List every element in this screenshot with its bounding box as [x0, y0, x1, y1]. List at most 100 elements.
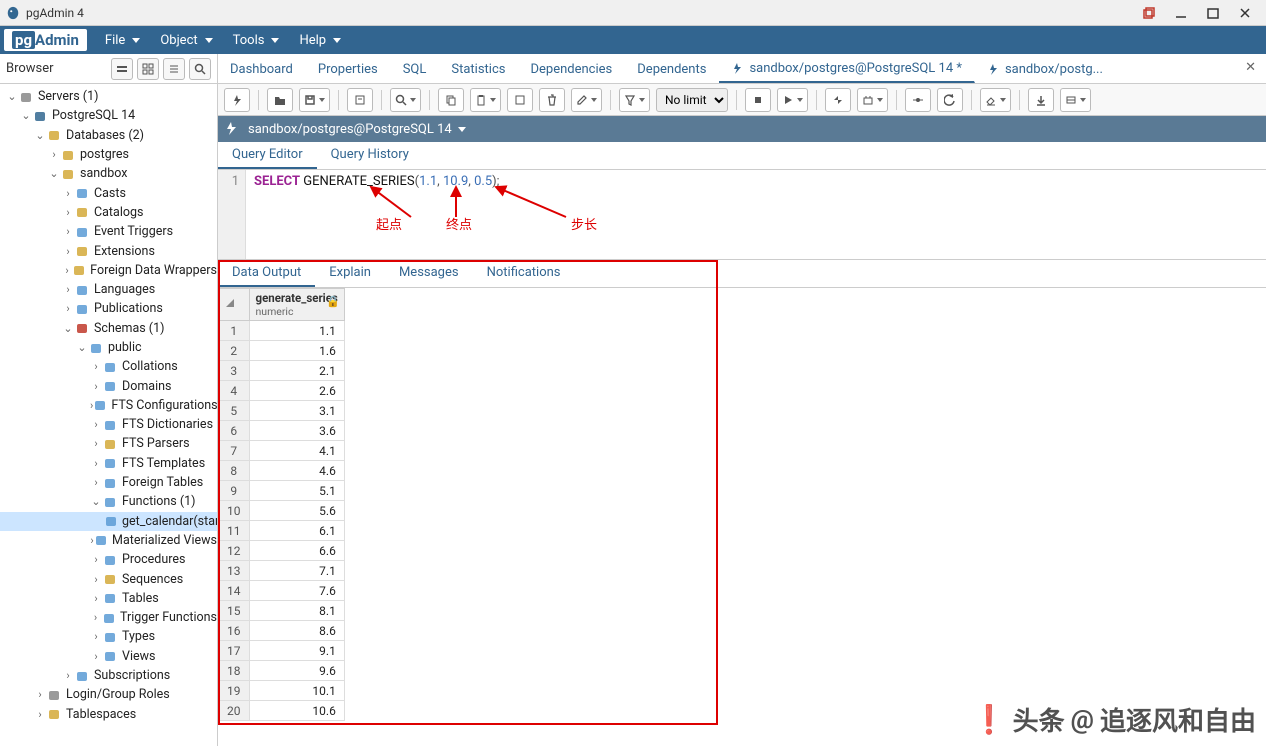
chevron-right-icon[interactable]: ›	[62, 264, 72, 277]
cell-value[interactable]: 6.1	[249, 521, 344, 541]
chevron-down-icon[interactable]: ⌄	[76, 341, 88, 354]
macros-icon[interactable]	[1060, 88, 1091, 112]
chevron-right-icon[interactable]: ›	[90, 553, 102, 566]
cell-value[interactable]: 2.1	[249, 361, 344, 381]
tree-item[interactable]: ⌄Servers (1)	[0, 87, 217, 106]
table-row[interactable]: 32.1	[219, 361, 345, 381]
chevron-right-icon[interactable]: ›	[34, 688, 46, 701]
cell-value[interactable]: 4.6	[249, 461, 344, 481]
cell-value[interactable]: 5.1	[249, 481, 344, 501]
table-row[interactable]: 53.1	[219, 401, 345, 421]
cell-value[interactable]: 10.6	[249, 701, 344, 721]
table-row[interactable]: 179.1	[219, 641, 345, 661]
chevron-right-icon[interactable]: ›	[90, 630, 102, 643]
tree-item[interactable]: ›FTS Dictionaries	[0, 415, 217, 434]
chevron-down-icon[interactable]: ⌄	[48, 167, 60, 180]
menu-help[interactable]: Help	[289, 29, 351, 52]
row-number[interactable]: 12	[219, 541, 250, 561]
tree-item[interactable]: ›FTS Configurations	[0, 396, 217, 415]
cell-value[interactable]: 7.6	[249, 581, 344, 601]
row-number[interactable]: 1	[219, 321, 250, 341]
tab-query-editor[interactable]: Query Editor	[218, 142, 317, 169]
cell-value[interactable]: 9.6	[249, 661, 344, 681]
cell-value[interactable]: 8.6	[249, 621, 344, 641]
table-row[interactable]: 126.6	[219, 541, 345, 561]
table-row[interactable]: 158.1	[219, 601, 345, 621]
save-icon[interactable]	[299, 88, 330, 112]
content-tab[interactable]: Dashboard	[218, 54, 306, 83]
edit-sql-icon[interactable]	[347, 88, 373, 112]
tree-item[interactable]: ›Materialized Views	[0, 531, 217, 550]
chevron-down-icon[interactable]: ⌄	[90, 495, 102, 508]
chevron-down-icon[interactable]: ⌄	[34, 129, 46, 142]
tree-item[interactable]: ›Tablespaces	[0, 705, 217, 724]
menu-tools[interactable]: Tools	[223, 29, 290, 52]
chevron-right-icon[interactable]: ›	[90, 573, 102, 586]
clear-icon[interactable]	[980, 88, 1011, 112]
row-number[interactable]: 13	[219, 561, 250, 581]
cell-value[interactable]: 3.6	[249, 421, 344, 441]
content-tab[interactable]: Statistics	[439, 54, 518, 83]
sql-editor[interactable]: 1 SELECT GENERATE_SERIES(1.1, 10.9, 0.5)…	[218, 170, 1266, 260]
table-row[interactable]: 63.6	[219, 421, 345, 441]
row-number[interactable]: 19	[219, 681, 250, 701]
search-icon[interactable]	[390, 88, 421, 112]
table-row[interactable]: 189.6	[219, 661, 345, 681]
stop-icon[interactable]	[745, 88, 771, 112]
chevron-right-icon[interactable]: ›	[34, 708, 46, 721]
tree-item[interactable]: ›FTS Templates	[0, 454, 217, 473]
connection-path[interactable]: sandbox/postgres@PostgreSQL 14	[248, 122, 466, 137]
row-number[interactable]: 9	[219, 481, 250, 501]
editor-code[interactable]: SELECT GENERATE_SERIES(1.1, 10.9, 0.5); …	[246, 170, 1266, 259]
chevron-right-icon[interactable]: ›	[90, 457, 102, 470]
row-limit-select[interactable]: No limit	[656, 88, 728, 112]
browser-layers-icon[interactable]	[111, 58, 133, 80]
table-row[interactable]: 1910.1	[219, 681, 345, 701]
cell-value[interactable]: 3.1	[249, 401, 344, 421]
object-tree[interactable]: ⌄Servers (1)⌄PostgreSQL 14⌄Databases (2)…	[0, 84, 217, 746]
column-header[interactable]: generate_series numeric 🔒	[249, 289, 344, 321]
tree-item[interactable]: ›Domains	[0, 376, 217, 395]
row-number[interactable]: 2	[219, 341, 250, 361]
tree-item[interactable]: ›Login/Group Roles	[0, 685, 217, 704]
browser-search-icon[interactable]	[189, 58, 211, 80]
row-number[interactable]: 20	[219, 701, 250, 721]
chevron-right-icon[interactable]: ›	[90, 476, 102, 489]
tree-item[interactable]: ›Collations	[0, 357, 217, 376]
content-tab[interactable]: Properties	[306, 54, 391, 83]
cell-value[interactable]: 1.1	[249, 321, 344, 341]
execute-icon[interactable]	[777, 88, 808, 112]
row-number[interactable]: 17	[219, 641, 250, 661]
copy-icon[interactable]	[438, 88, 464, 112]
chevron-right-icon[interactable]: ›	[62, 302, 74, 315]
tree-item[interactable]: ⌄public	[0, 338, 217, 357]
maximize-icon[interactable]	[1206, 6, 1220, 20]
content-tab[interactable]: sandbox/postg...	[975, 54, 1116, 83]
chevron-right-icon[interactable]: ›	[62, 206, 74, 219]
tree-item[interactable]: ⌄PostgreSQL 14	[0, 106, 217, 125]
tree-item[interactable]: ›Casts	[0, 183, 217, 202]
table-row[interactable]: 95.1	[219, 481, 345, 501]
chevron-down-icon[interactable]: ⌄	[6, 90, 18, 103]
tree-item[interactable]: ›Publications	[0, 299, 217, 318]
chevron-right-icon[interactable]: ›	[90, 592, 102, 605]
chevron-right-icon[interactable]: ›	[90, 418, 102, 431]
tree-item[interactable]: ⌄Functions (1)	[0, 492, 217, 511]
tab-messages[interactable]: Messages	[385, 260, 473, 287]
paste-icon[interactable]	[470, 88, 501, 112]
chevron-right-icon[interactable]: ›	[62, 669, 74, 682]
content-tab[interactable]: sandbox/postgres@PostgreSQL 14 *	[719, 54, 975, 83]
bolt-white-icon[interactable]	[224, 121, 240, 137]
chevron-right-icon[interactable]: ›	[90, 437, 102, 450]
tree-item[interactable]: get_calendar(start_	[0, 512, 217, 531]
download-icon[interactable]	[1028, 88, 1054, 112]
tree-item[interactable]: ›Tables	[0, 589, 217, 608]
cell-value[interactable]: 8.1	[249, 601, 344, 621]
cell-value[interactable]: 5.6	[249, 501, 344, 521]
table-row[interactable]: 116.1	[219, 521, 345, 541]
restore-overlap-icon[interactable]	[1142, 6, 1156, 20]
row-number[interactable]: 6	[219, 421, 250, 441]
chevron-right-icon[interactable]: ›	[48, 148, 60, 161]
tree-item[interactable]: ›postgres	[0, 145, 217, 164]
browser-grid-icon[interactable]	[137, 58, 159, 80]
